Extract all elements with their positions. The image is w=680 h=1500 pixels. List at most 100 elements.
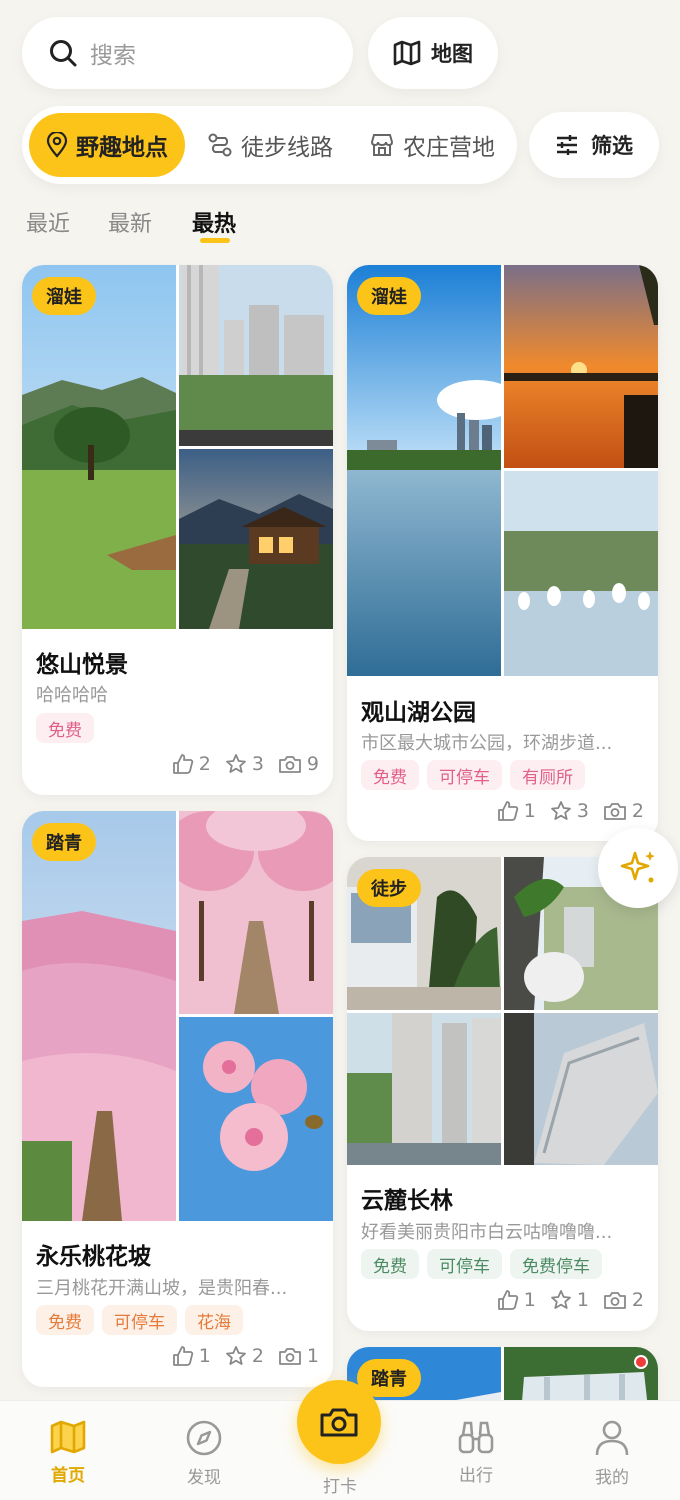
binoculars-icon (458, 1421, 494, 1454)
tab-hiking-routes[interactable]: 徒步线路 (200, 113, 340, 177)
favorite-count[interactable]: 3 (550, 800, 589, 822)
map-icon (50, 1420, 86, 1454)
category-badge: 徒步 (357, 869, 421, 907)
farm-store-icon (370, 134, 394, 156)
place-photo (179, 449, 333, 629)
like-count[interactable]: 1 (497, 1289, 536, 1311)
location-pin-icon (46, 132, 68, 158)
place-photo (22, 265, 176, 629)
star-icon (550, 801, 571, 820)
like-count[interactable]: 1 (497, 800, 536, 822)
tab-label: 徒步线路 (241, 135, 333, 161)
favorite-count[interactable]: 3 (225, 753, 264, 775)
sort-tab-newest[interactable]: 最新 (108, 206, 152, 238)
sparkle-icon (620, 851, 655, 883)
person-icon (595, 1420, 629, 1456)
favorite-count[interactable]: 2 (225, 1345, 264, 1367)
notification-dot (634, 1355, 648, 1369)
tab-farm-camps[interactable]: 农庄营地 (362, 113, 502, 177)
place-description: 三月桃花开满山坡，是贵阳春... (36, 1278, 288, 1299)
feature-tags: 免费 (36, 713, 94, 743)
place-photo (179, 811, 333, 1014)
sort-tab-hottest[interactable]: 最热 (192, 206, 236, 238)
feature-tags: 免费 可停车 有厕所 (361, 760, 585, 790)
star-icon (225, 1346, 246, 1365)
card-stats: 2 3 9 (172, 753, 319, 775)
nav-home[interactable]: 首页 (28, 1419, 108, 1486)
filter-button[interactable]: 筛选 (529, 112, 659, 178)
place-title: 观山湖公园 (361, 700, 476, 726)
favorite-count[interactable]: 1 (550, 1289, 589, 1311)
feature-tag: 有厕所 (510, 760, 585, 790)
feature-tag: 免费 (361, 1249, 419, 1279)
place-card[interactable]: 溜娃 悠山悦景 哈哈哈哈 免费 2 3 9 (22, 265, 333, 795)
camera-icon (604, 803, 626, 820)
category-tabs: 野趣地点 徒步线路 农庄营地 (22, 106, 517, 184)
like-count[interactable]: 1 (172, 1345, 211, 1367)
photo-count-value: 2 (631, 1289, 644, 1311)
like-count[interactable]: 2 (172, 753, 211, 775)
feature-tag: 可停车 (427, 1249, 502, 1279)
category-badge: 溜娃 (357, 277, 421, 315)
camera-icon (604, 1292, 626, 1309)
nav-travel[interactable]: 出行 (436, 1419, 516, 1486)
place-description: 哈哈哈哈 (36, 685, 108, 706)
route-icon (208, 133, 232, 157)
favorite-count-value: 2 (251, 1345, 264, 1367)
card-stats: 1 2 1 (172, 1345, 319, 1367)
photo-count-value: 1 (306, 1345, 319, 1367)
feature-tag: 免费停车 (510, 1249, 602, 1279)
place-title: 永乐桃花坡 (36, 1244, 151, 1270)
map-icon (393, 40, 421, 66)
feature-tag: 免费 (36, 713, 94, 743)
sliders-icon (557, 135, 577, 155)
feature-tag: 花海 (185, 1305, 243, 1335)
camera-icon (279, 1348, 301, 1365)
photo-count[interactable]: 2 (603, 800, 644, 822)
feature-tag: 免费 (361, 760, 419, 790)
search-bar[interactable]: 搜索 (22, 17, 353, 89)
place-description: 好看美丽贵阳市白云咕噜噜噜... (361, 1222, 613, 1243)
place-photo (504, 265, 658, 468)
tab-wild-spots[interactable]: 野趣地点 (29, 113, 185, 177)
place-card[interactable]: 踏青 永乐桃花坡 三月桃花开满山坡，是贵阳春... 免费 可停车 花海 1 2 … (22, 811, 333, 1387)
feature-tags: 免费 可停车 免费停车 (361, 1249, 602, 1279)
checkin-label: 打卡 (323, 1477, 357, 1497)
place-photo (504, 1013, 658, 1165)
star-icon (225, 754, 246, 773)
photo-count-value: 9 (306, 753, 319, 775)
place-card[interactable]: 徒步 云麓长林 好看美丽贵阳市白云咕噜噜噜... 免费 可停车 免费停车 1 1… (347, 857, 658, 1331)
place-photo (22, 811, 176, 1221)
place-photo (347, 265, 501, 676)
nav-label: 出行 (459, 1466, 493, 1486)
camera-icon (279, 756, 301, 773)
photo-count[interactable]: 2 (603, 1289, 644, 1311)
category-badge: 溜娃 (32, 277, 96, 315)
like-count-value: 1 (523, 1289, 536, 1311)
feature-tags: 免费 可停车 花海 (36, 1305, 243, 1335)
ai-sparkle-button[interactable] (598, 828, 678, 908)
like-count-value: 1 (198, 1345, 211, 1367)
place-photo (179, 1017, 333, 1221)
map-button[interactable]: 地图 (368, 17, 498, 89)
camera-icon (320, 1408, 358, 1437)
sort-tab-recent[interactable]: 最近 (26, 206, 70, 238)
thumbs-up-icon (172, 1346, 193, 1366)
photo-count[interactable]: 1 (278, 1345, 319, 1367)
place-photo (179, 265, 333, 446)
place-description: 市区最大城市公园，环湖步道... (361, 733, 613, 754)
nav-profile[interactable]: 我的 (572, 1419, 652, 1488)
place-card[interactable]: 溜娃 观山湖公园 市区最大城市公园，环湖步道... 免费 可停车 有厕所 1 3… (347, 265, 658, 841)
favorite-count-value: 3 (251, 753, 264, 775)
thumbs-up-icon (497, 801, 518, 821)
search-placeholder: 搜索 (90, 43, 136, 69)
checkin-camera-button[interactable] (297, 1380, 381, 1464)
nav-discover[interactable]: 发现 (164, 1419, 244, 1488)
place-title: 悠山悦景 (36, 652, 128, 678)
thumbs-up-icon (497, 1290, 518, 1310)
search-icon (50, 40, 77, 67)
thumbs-up-icon (172, 754, 193, 774)
card-stats: 1 1 2 (497, 1289, 644, 1311)
feature-tag: 可停车 (427, 760, 502, 790)
photo-count[interactable]: 9 (278, 753, 319, 775)
